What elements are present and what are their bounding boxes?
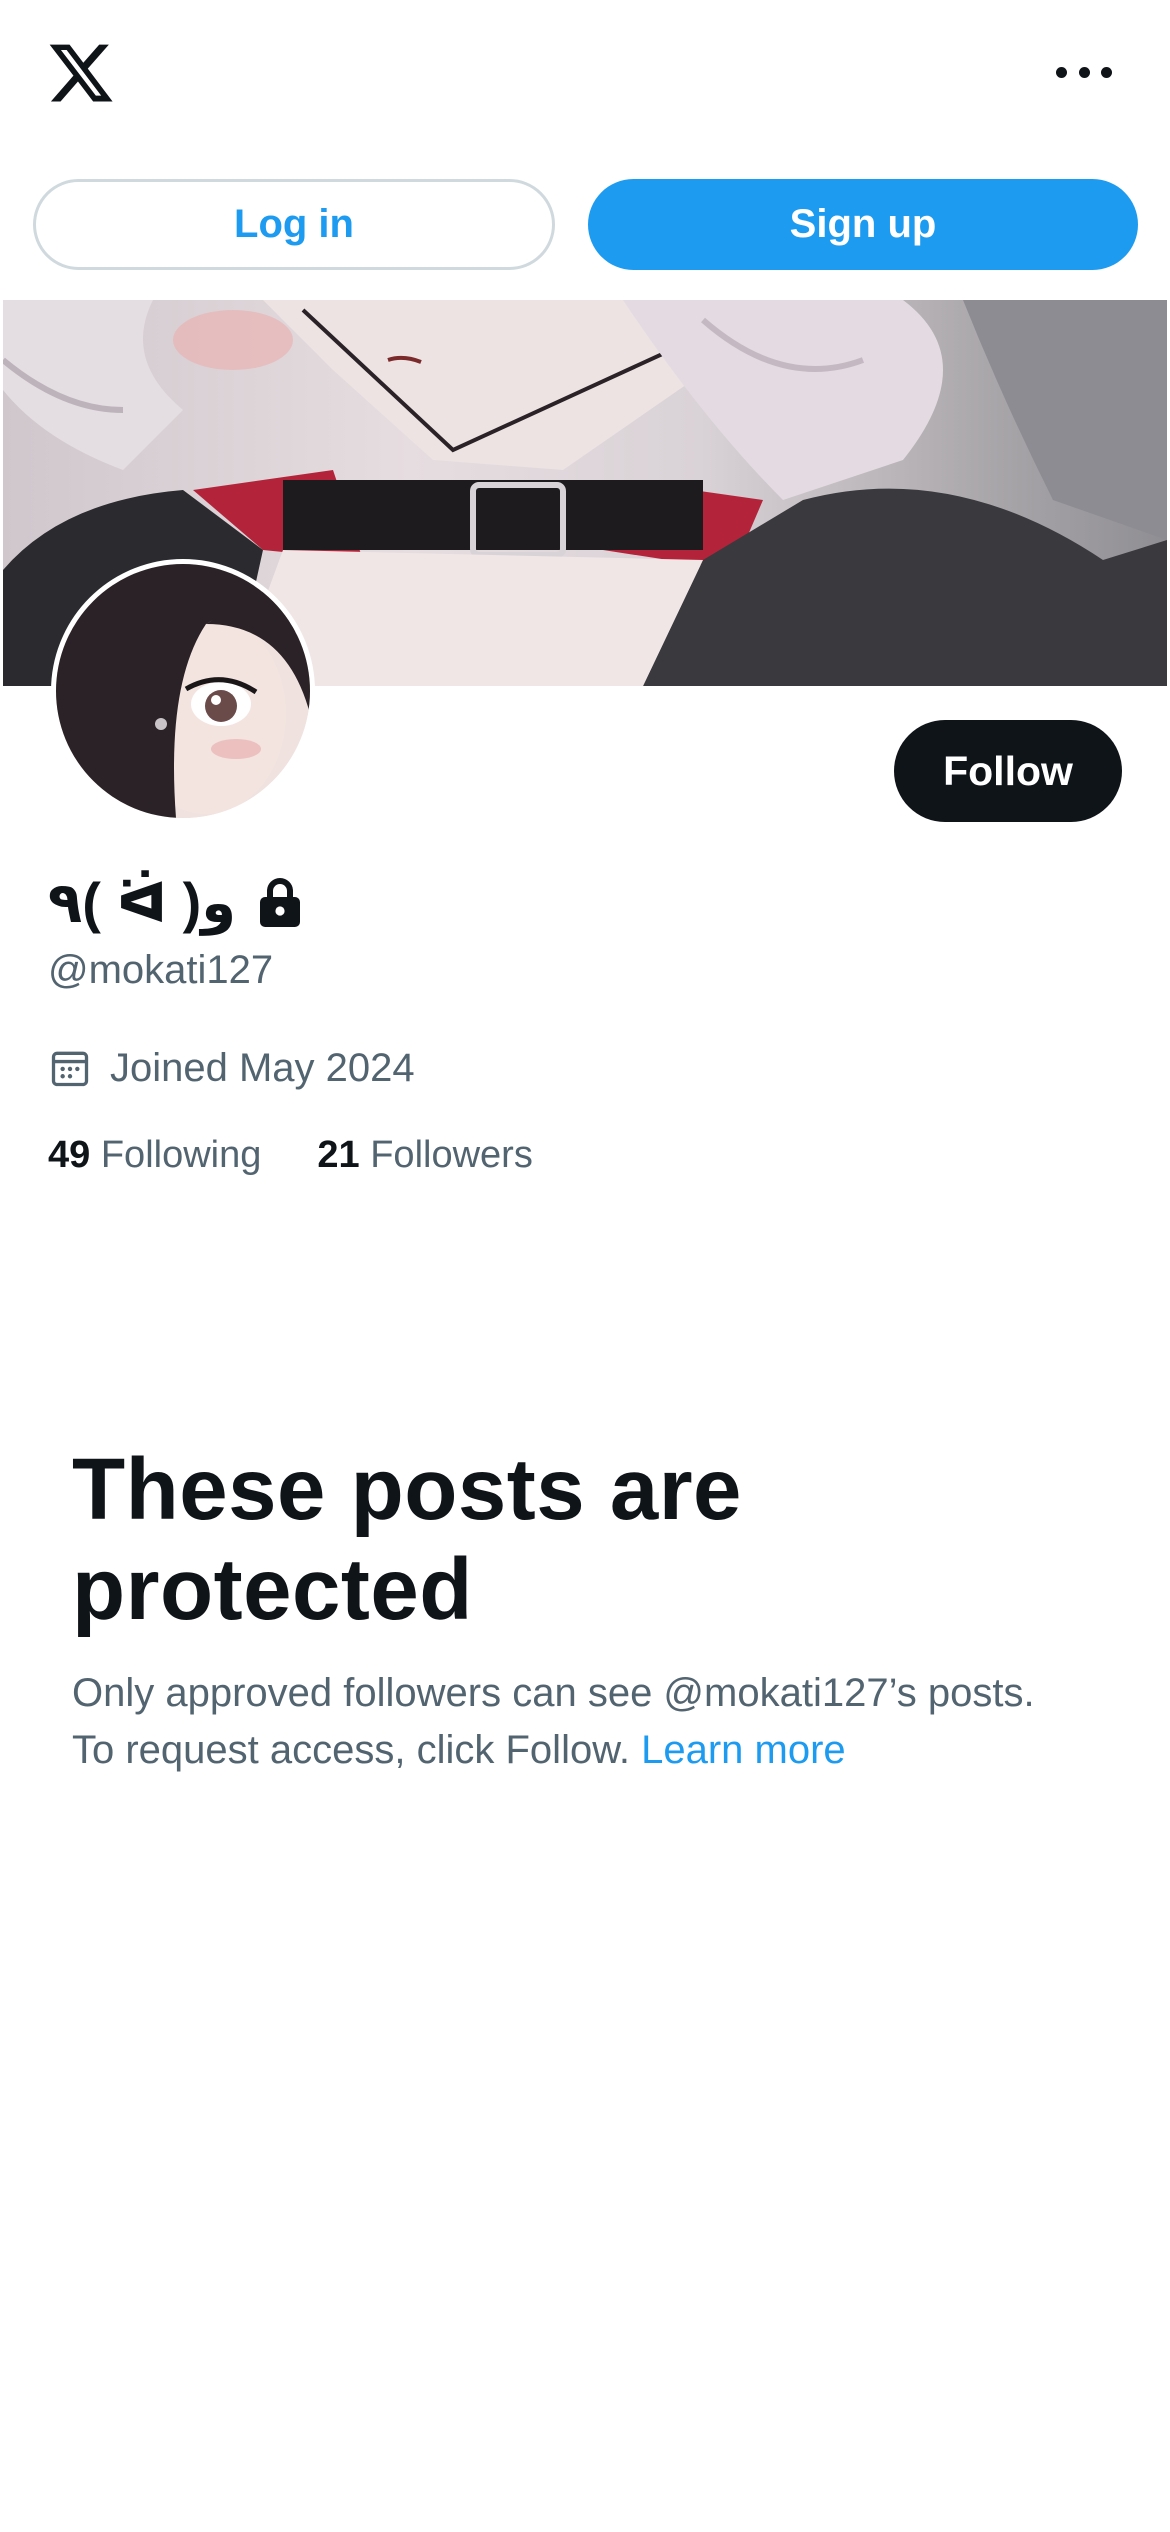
avatar-artwork bbox=[56, 564, 310, 818]
profile-handle: @mokati127 bbox=[48, 948, 274, 992]
display-name-text: ٩( ᐛ )و bbox=[48, 871, 237, 934]
protected-title: These posts are protected bbox=[72, 1441, 742, 1638]
protected-message: Only approved followers can see @mokati1… bbox=[72, 1665, 1072, 1779]
profile-display-name: ٩( ᐛ )و bbox=[48, 868, 302, 938]
learn-more-link[interactable]: Learn more bbox=[641, 1728, 846, 1772]
more-dot bbox=[1101, 66, 1112, 78]
calendar-icon bbox=[51, 1051, 89, 1087]
login-button[interactable]: Log in bbox=[33, 179, 555, 270]
following-count: 49 bbox=[48, 1134, 91, 1176]
lock-icon bbox=[260, 878, 301, 927]
more-options-icon[interactable] bbox=[1056, 52, 1112, 92]
joined-text: Joined May 2024 bbox=[110, 1045, 415, 1090]
following-link[interactable]: 49 Following bbox=[48, 1134, 261, 1177]
protected-text: Only approved followers can see @mokati1… bbox=[72, 1671, 1035, 1772]
more-dot bbox=[1056, 66, 1067, 78]
following-label: Following bbox=[100, 1134, 262, 1176]
followers-label: Followers bbox=[370, 1134, 533, 1176]
signup-button[interactable]: Sign up bbox=[588, 179, 1138, 270]
top-bar bbox=[0, 0, 1170, 150]
joined-date: Joined May 2024 bbox=[48, 1040, 415, 1096]
followers-link[interactable]: 21 Followers bbox=[317, 1134, 532, 1177]
follow-button[interactable]: Follow bbox=[894, 720, 1122, 822]
followers-count: 21 bbox=[317, 1134, 360, 1176]
profile-avatar[interactable] bbox=[51, 559, 315, 823]
x-logo-icon[interactable] bbox=[46, 38, 116, 108]
profile-stats: 49 Following 21 Followers bbox=[48, 1134, 589, 1177]
more-dot bbox=[1078, 66, 1090, 78]
